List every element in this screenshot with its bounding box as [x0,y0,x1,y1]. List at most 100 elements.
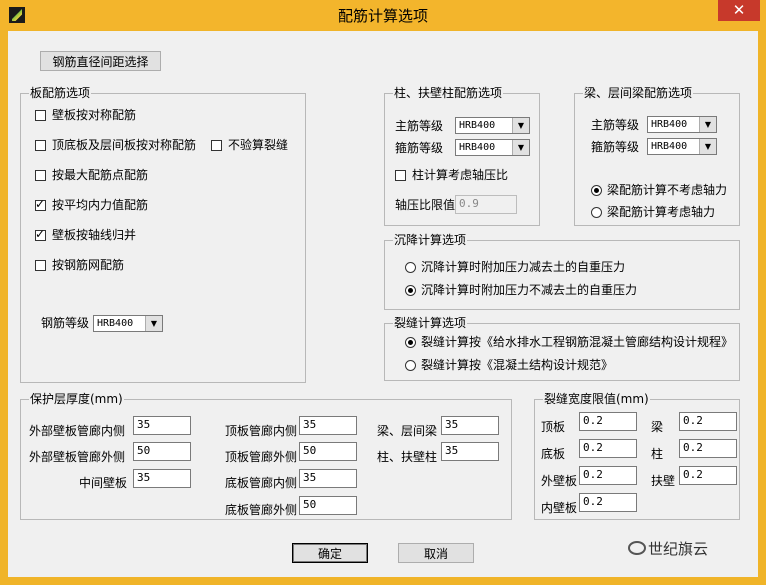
checkbox-label: 顶底板及层间板按对称配筋 [52,138,197,152]
settle-subtract-radio[interactable] [405,262,416,273]
field-label: 底板 [541,447,566,461]
symmetric-slab-checkbox[interactable] [35,140,46,151]
bottom-slab-crack-input[interactable]: 0.2 [579,439,637,458]
field-label: 柱、扶壁柱 [377,450,438,464]
beam-rebar-group: 梁、层间梁配筋选项 主筋等级 HRB400 ▼ 箍筋等级 HRB400 ▼ 梁配… [574,86,740,226]
main-grade-label: 主筋等级 [395,119,444,133]
outer-wall-outer-input[interactable]: 50 [133,442,191,461]
close-button[interactable]: ✕ [718,0,760,21]
dialog-body: 钢筋直径间距选择 板配筋选项 壁板按对称配筋 顶底板及层间板按对称配筋 不验算裂… [8,31,758,577]
inner-wall-crack-input[interactable]: 0.2 [579,493,637,512]
radio-label: 沉降计算时附加压力不减去土的自重压力 [421,283,638,297]
checkbox-label: 按平均内力值配筋 [52,198,149,212]
field-label: 顶板管廊内侧 [225,424,298,438]
checkbox-label: 柱计算考虑轴压比 [412,168,509,182]
beam-stirrup-grade-select[interactable]: HRB400 ▼ [647,138,717,155]
column-main-grade-select[interactable]: HRB400 ▼ [455,117,530,134]
radio-label: 裂缝计算按《给水排水工程钢筋混凝土管廊结构设计规程》 [421,335,734,349]
cover-thickness-group: 保护层厚度(mm) 外部壁板管廊内侧 35 外部壁板管廊外侧 50 中间壁板 3… [20,392,512,520]
ratio-limit-label: 轴压比限值 [395,198,456,212]
field-label: 内壁板 [541,501,578,515]
ok-button[interactable]: 确定 [292,543,368,563]
column-stirrup-grade-select[interactable]: HRB400 ▼ [455,139,530,156]
outer-wall-crack-input[interactable]: 0.2 [579,466,637,485]
radio-label: 沉降计算时附加压力减去土的自重压力 [421,260,626,274]
crack-concrete-spec-radio[interactable] [405,360,416,371]
dialog-window: 配筋计算选项 ✕ 钢筋直径间距选择 板配筋选项 壁板按对称配筋 顶底板及层间板按… [0,0,766,585]
chevron-down-icon[interactable]: ▼ [699,117,716,132]
symmetric-wall-checkbox[interactable] [35,110,46,121]
rebar-diameter-spacing-button[interactable]: 钢筋直径间距选择 [40,51,161,71]
field-label: 底板管廊内侧 [225,476,298,490]
top-slab-inner-input[interactable]: 35 [299,416,357,435]
wall-grade-select[interactable]: HRB400 ▼ [93,315,163,332]
chevron-down-icon[interactable]: ▼ [699,139,716,154]
grade-label: 钢筋等级 [41,316,90,330]
window-title: 配筋计算选项 [337,7,428,25]
checkbox-label: 按最大配筋点配筋 [52,168,149,182]
beam-cover-input[interactable]: 35 [441,416,499,435]
title-bar[interactable]: 配筋计算选项 ✕ [0,0,766,30]
average-force-checkbox[interactable]: ✓ [35,197,46,211]
group-label: 沉降计算选项 [393,233,468,247]
chevron-down-icon[interactable]: ▼ [512,118,529,133]
buttress-crack-input[interactable]: 0.2 [679,466,737,485]
chevron-down-icon[interactable]: ▼ [145,316,162,331]
main-grade-label: 主筋等级 [591,118,640,132]
ratio-limit-input[interactable]: 0.9 [455,195,517,214]
axial-ratio-checkbox[interactable] [395,170,406,181]
crack-pipe-spec-radio[interactable] [405,337,416,348]
field-label: 外壁板 [541,474,578,488]
column-crack-input[interactable]: 0.2 [679,439,737,458]
check-icon: ✓ [35,227,46,241]
radio-label: 梁配筋计算不考虑轴力 [607,183,728,197]
radio-dot [594,188,599,193]
top-slab-crack-input[interactable]: 0.2 [579,412,637,431]
group-label: 柱、扶壁柱配筋选项 [393,86,504,100]
chevron-down-icon[interactable]: ▼ [512,140,529,155]
field-label: 顶板管廊外侧 [225,450,298,464]
middle-wall-input[interactable]: 35 [133,469,191,488]
watermark-text: 世纪旗云 [648,540,709,558]
beam-axial-radio[interactable] [591,207,602,218]
field-label: 梁、层间梁 [377,424,438,438]
field-label: 底板管廊外侧 [225,503,298,517]
stirrup-grade-label: 箍筋等级 [591,140,640,154]
max-point-checkbox[interactable] [35,170,46,181]
radio-label: 梁配筋计算考虑轴力 [607,205,716,219]
select-value: HRB400 [651,119,688,130]
bottom-slab-inner-input[interactable]: 35 [299,469,357,488]
wall-rebar-group: 板配筋选项 壁板按对称配筋 顶底板及层间板按对称配筋 不验算裂缝 按最大配筋点配… [20,86,306,383]
radio-label: 裂缝计算按《混凝土结构设计规范》 [421,358,614,372]
field-label: 外部壁板管廊内侧 [29,424,126,438]
skip-crack-checkbox[interactable] [211,140,222,151]
column-rebar-group: 柱、扶壁柱配筋选项 主筋等级 HRB400 ▼ 箍筋等级 HRB400 ▼ 柱计… [384,86,540,226]
field-label: 扶壁 [651,474,676,488]
beam-crack-input[interactable]: 0.2 [679,412,737,431]
stirrup-grade-label: 箍筋等级 [395,141,444,155]
field-label: 中间壁板 [79,476,128,490]
top-slab-outer-input[interactable]: 50 [299,442,357,461]
field-label: 柱 [651,447,664,461]
select-value: HRB400 [459,120,496,131]
mesh-rebar-checkbox[interactable] [35,260,46,271]
axis-merge-checkbox[interactable]: ✓ [35,227,46,241]
crack-width-group: 裂缝宽度限值(mm) 顶板 0.2 底板 0.2 外壁板 0.2 内壁板 0.2… [534,392,740,520]
column-cover-input[interactable]: 35 [441,442,499,461]
group-label: 保护层厚度(mm) [29,392,124,406]
group-label: 梁、层间梁配筋选项 [583,86,694,100]
radio-dot [408,340,413,345]
bottom-slab-outer-input[interactable]: 50 [299,496,357,515]
settle-no-subtract-radio[interactable] [405,285,416,296]
beam-no-axial-radio[interactable] [591,185,602,196]
cancel-button[interactable]: 取消 [398,543,474,563]
checkbox-label: 不验算裂缝 [228,138,289,152]
radio-dot [408,288,413,293]
outer-wall-inner-input[interactable]: 35 [133,416,191,435]
checkbox-label: 壁板按对称配筋 [52,108,137,122]
group-label: 裂缝宽度限值(mm) [543,392,650,406]
checkbox-label: 按钢筋网配筋 [52,258,125,272]
settlement-group: 沉降计算选项 沉降计算时附加压力减去土的自重压力 沉降计算时附加压力不减去土的自… [384,233,740,310]
beam-main-grade-select[interactable]: HRB400 ▼ [647,116,717,133]
group-label: 板配筋选项 [29,86,92,100]
